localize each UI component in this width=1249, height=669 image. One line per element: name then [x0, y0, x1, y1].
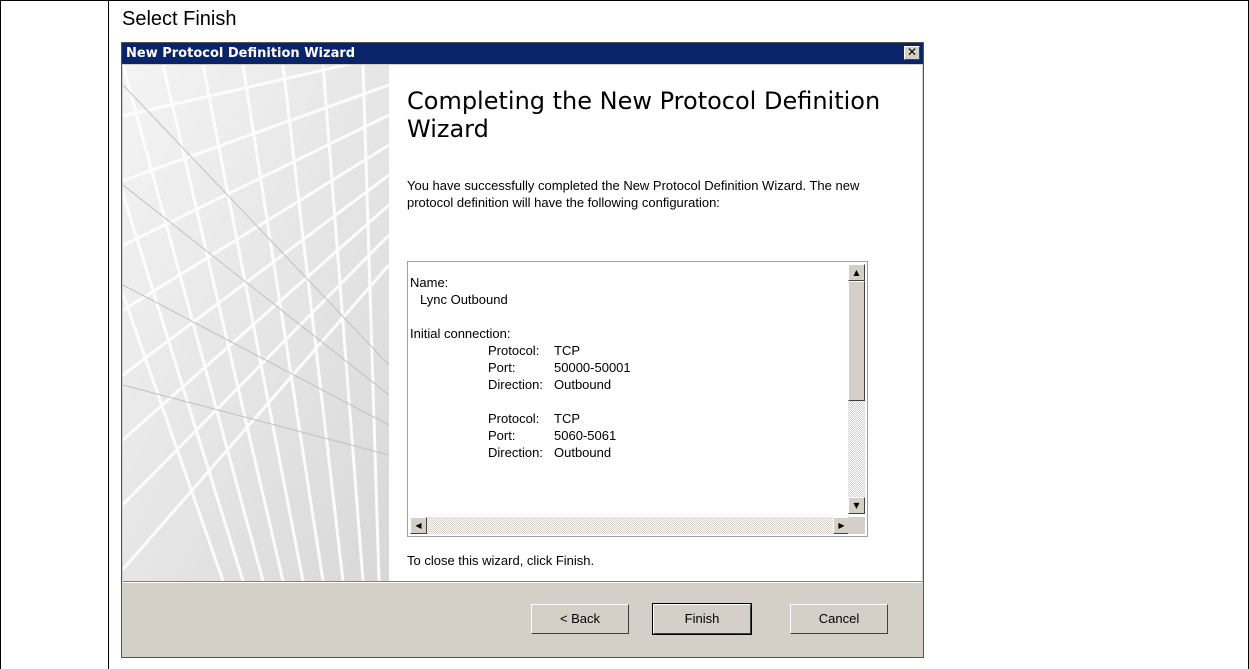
- configuration-summary-box[interactable]: Name: Lync Outbound Initial connection: …: [407, 261, 868, 537]
- connection-2-protocol: Protocol: TCP: [488, 411, 580, 426]
- scrollbar-corner: [848, 517, 865, 534]
- back-button[interactable]: < Back: [531, 604, 629, 634]
- scroll-left-arrow-icon[interactable]: ◀: [410, 517, 427, 534]
- wizard-intro-text: You have successfully completed the New …: [407, 178, 860, 210]
- connection-2-direction: Direction: Outbound: [488, 445, 612, 460]
- connection-1-direction: Direction: Outbound: [488, 377, 612, 392]
- connection-1-port: Port: 50000-50001: [488, 360, 631, 375]
- summary-text: Name: Lync Outbound Initial connection: …: [410, 274, 830, 461]
- cancel-button[interactable]: Cancel: [790, 604, 888, 634]
- finish-button[interactable]: Finish: [652, 603, 752, 635]
- horizontal-scrollbar[interactable]: ◀ ▶: [410, 517, 850, 534]
- vertical-scroll-thumb[interactable]: [848, 281, 865, 401]
- close-instruction-text: To close this wizard, click Finish.: [407, 553, 595, 568]
- connection-2-port: Port: 5060-5061: [488, 428, 617, 443]
- wizard-content: Completing the New Protocol Definition W…: [389, 65, 922, 581]
- initial-connection-label: Initial connection:: [410, 326, 511, 341]
- scroll-down-arrow-icon[interactable]: ▼: [848, 497, 865, 514]
- close-icon[interactable]: ✕: [904, 46, 920, 60]
- wireframe-art-image: [123, 65, 389, 581]
- name-value: Lync Outbound: [420, 292, 508, 307]
- scroll-up-arrow-icon[interactable]: ▲: [848, 264, 865, 281]
- table-border-top: [0, 0, 1249, 1]
- wizard-side-art: [123, 65, 389, 581]
- table-border-left: [0, 0, 1, 669]
- vertical-scrollbar[interactable]: ▲ ▼: [848, 264, 865, 514]
- table-border-col1: [108, 0, 109, 669]
- wizard-dialog: New Protocol Definition Wizard ✕ Complet…: [121, 42, 924, 658]
- wizard-heading: Completing the New Protocol Definition W…: [407, 87, 881, 143]
- dialog-titlebar: New Protocol Definition Wizard ✕: [122, 43, 923, 64]
- name-label: Name:: [410, 275, 449, 290]
- dialog-title: New Protocol Definition Wizard: [126, 46, 356, 61]
- connection-1-protocol: Protocol: TCP: [488, 343, 580, 358]
- step-caption: Select Finish: [122, 8, 237, 30]
